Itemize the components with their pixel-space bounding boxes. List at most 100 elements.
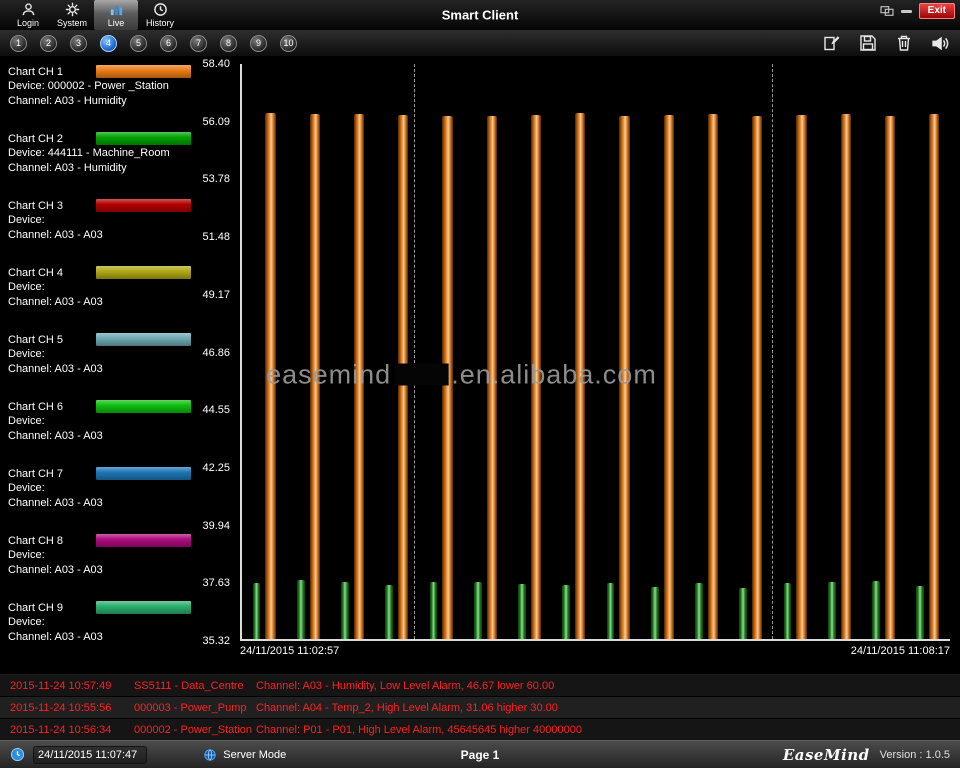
alarm-row-1[interactable]: 2015-11-24 10:57:49SS5111 - Data_CentreC…	[0, 675, 960, 697]
bar-ch2[interactable]	[607, 583, 615, 639]
alarm-time: 2015-11-24 10:57:49	[10, 680, 134, 692]
channel-channel: Channel: A03 - A03	[8, 563, 196, 578]
bar-ch2[interactable]	[253, 583, 261, 639]
nav-system[interactable]: System	[50, 0, 94, 30]
channel-channel: Channel: A03 - A03	[8, 362, 196, 377]
alarm-device: SS5111 - Data_Centre	[134, 680, 256, 692]
alarm-row-2[interactable]: 2015-11-24 10:55:56000003 - Power_PumpCh…	[0, 697, 960, 719]
y-tick-label: 58.40	[202, 58, 230, 70]
clock-icon	[153, 2, 168, 17]
server-mode-label: Server Mode	[223, 749, 286, 761]
status-datetime-box: 24/11/2015 11:07:47	[33, 746, 147, 764]
bar-ch2[interactable]	[430, 582, 438, 639]
channel-block-7[interactable]: Chart CH 7Device:Channel: A03 - A03	[8, 466, 196, 511]
save-icon[interactable]	[858, 33, 878, 53]
nav-live[interactable]: Live	[94, 0, 138, 30]
x-end-time-label: 24/11/2015 11:08:17	[851, 645, 950, 657]
page-tab-7[interactable]: 7	[190, 35, 207, 52]
bar-ch2[interactable]	[562, 585, 570, 639]
bar-ch1[interactable]	[708, 114, 718, 639]
bar-ch2[interactable]	[828, 582, 836, 639]
gear-icon	[65, 2, 80, 17]
bar-ch2[interactable]	[474, 582, 482, 639]
bar-ch2[interactable]	[695, 583, 703, 639]
bar-ch2[interactable]	[651, 587, 659, 639]
bar-ch2[interactable]	[784, 583, 792, 639]
main-content: Chart CH 1Device: 000002 - Power _Statio…	[0, 56, 960, 674]
status-datetime: 24/11/2015 11:07:47	[38, 749, 137, 761]
channel-title: Chart CH 4	[8, 267, 96, 279]
switch-view-icon[interactable]	[880, 5, 894, 17]
channel-channel: Channel: A03 - A03	[8, 228, 196, 243]
channel-channel: Channel: A03 - Humidity	[8, 161, 196, 176]
watermark-suffix: .en.alibaba.com	[451, 359, 657, 390]
page-tab-3[interactable]: 3	[70, 35, 87, 52]
nav-history-label: History	[146, 18, 174, 28]
globe-icon	[203, 748, 217, 762]
page-tab-9[interactable]: 9	[250, 35, 267, 52]
nav-login[interactable]: Login	[6, 0, 50, 30]
page-tab-10[interactable]: 10	[280, 35, 297, 52]
channel-title: Chart CH 8	[8, 535, 96, 547]
edit-button[interactable]	[822, 33, 842, 53]
channel-block-6[interactable]: Chart CH 6Device:Channel: A03 - A03	[8, 399, 196, 444]
y-axis: 58.4056.0953.7851.4849.1746.8644.5542.25…	[196, 64, 236, 641]
y-tick-label: 44.55	[202, 404, 230, 416]
x-axis-labels: 24/11/2015 11:02:57 24/11/2015 11:08:17	[240, 645, 950, 657]
channel-block-3[interactable]: Chart CH 3Device:Channel: A03 - A03	[8, 198, 196, 243]
bar-ch2[interactable]	[872, 581, 880, 639]
page-tab-2[interactable]: 2	[40, 35, 57, 52]
channel-block-4[interactable]: Chart CH 4Device:Channel: A03 - A03	[8, 265, 196, 310]
bar-ch1[interactable]	[929, 114, 939, 639]
page-tab-8[interactable]: 8	[220, 35, 237, 52]
bar-ch1[interactable]	[796, 115, 806, 639]
x-start-time-label: 24/11/2015 11:02:57	[240, 645, 339, 657]
channel-title: Chart CH 9	[8, 602, 96, 614]
alarm-message: Channel: A04 - Temp_2, High Level Alarm,…	[256, 702, 960, 714]
channel-channel: Channel: A03 - A03	[8, 496, 196, 511]
channel-block-1[interactable]: Chart CH 1Device: 000002 - Power _Statio…	[8, 64, 196, 109]
nav-system-label: System	[57, 18, 87, 28]
version-label: Version : 1.0.5	[880, 749, 950, 761]
bar-ch1[interactable]	[752, 116, 762, 639]
bar-ch1[interactable]	[885, 116, 895, 639]
minimize-button[interactable]	[901, 10, 912, 13]
channel-block-9[interactable]: Chart CH 9Device:Channel: A03 - A03	[8, 600, 196, 645]
nav-history[interactable]: History	[138, 0, 182, 30]
bar-ch2[interactable]	[739, 588, 747, 639]
channel-title: Chart CH 6	[8, 401, 96, 413]
alarm-row-3[interactable]: 2015-11-24 10:56:34000002 - Power_Statio…	[0, 719, 960, 741]
bar-chart-icon	[109, 2, 124, 17]
y-tick-label: 35.32	[202, 635, 230, 647]
bar-ch2[interactable]	[341, 582, 349, 639]
status-bar: 24/11/2015 11:07:47 Server Mode Page 1 E…	[0, 740, 960, 768]
page-tab-1[interactable]: 1	[10, 35, 27, 52]
page-tab-4[interactable]: 4	[100, 35, 117, 52]
nav-login-label: Login	[17, 18, 39, 28]
bar-ch2[interactable]	[297, 580, 305, 639]
y-tick-label: 42.25	[202, 462, 230, 474]
page-tab-6[interactable]: 6	[160, 35, 177, 52]
bar-ch1[interactable]	[664, 115, 674, 639]
channel-title: Chart CH 5	[8, 334, 96, 346]
sidebar: Chart CH 1Device: 000002 - Power _Statio…	[0, 56, 196, 674]
bar-ch1[interactable]	[841, 114, 851, 639]
channel-block-8[interactable]: Chart CH 8Device:Channel: A03 - A03	[8, 533, 196, 578]
page-tab-5[interactable]: 5	[130, 35, 147, 52]
channel-block-2[interactable]: Chart CH 2Device: 444111 - Machine_RoomC…	[8, 131, 196, 176]
watermark-prefix: easemind	[266, 359, 391, 390]
bar-ch2[interactable]	[916, 586, 924, 639]
speaker-icon[interactable]	[930, 33, 950, 53]
top-bar: Login System	[0, 0, 960, 30]
bar-ch2[interactable]	[518, 584, 526, 639]
chart-plot: easemind .en.alibaba.com	[240, 64, 950, 641]
channel-device: Device:	[8, 481, 196, 496]
channel-title: Chart CH 2	[8, 133, 96, 145]
channel-device: Device:	[8, 213, 196, 228]
exit-button[interactable]: Exit	[919, 3, 955, 19]
channel-block-5[interactable]: Chart CH 5Device:Channel: A03 - A03	[8, 332, 196, 377]
bar-ch2[interactable]	[385, 585, 393, 639]
channel-color-swatch	[96, 467, 191, 480]
trash-icon[interactable]	[894, 33, 914, 53]
alarm-device: 000003 - Power_Pump	[134, 702, 256, 714]
